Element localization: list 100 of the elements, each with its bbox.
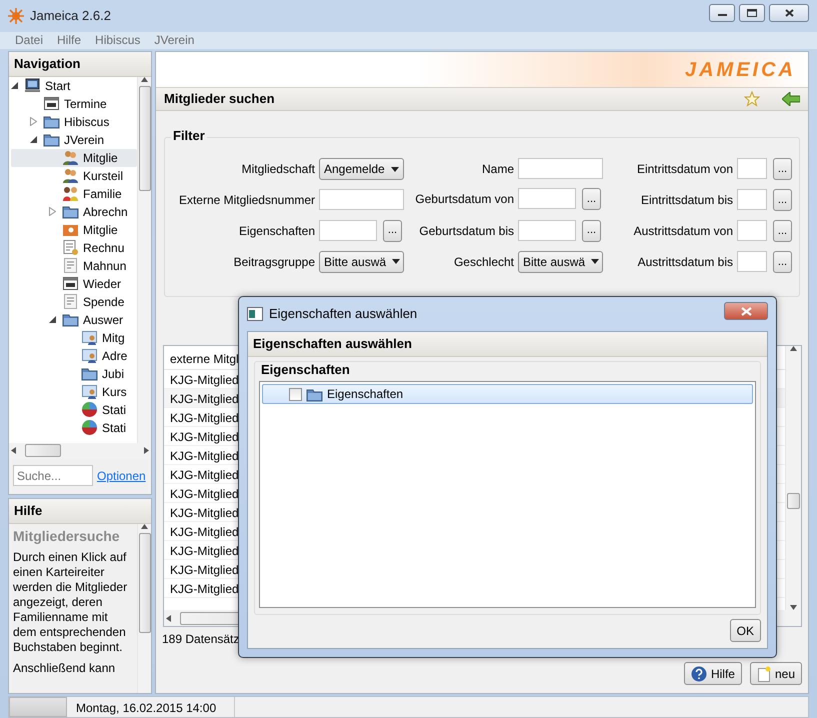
tree-item[interactable]: Abrechn <box>11 202 137 220</box>
tree-item[interactable]: Rechnu <box>11 238 137 256</box>
expanded-triangle-icon[interactable] <box>11 82 18 89</box>
scrollbar-thumb[interactable] <box>787 493 800 509</box>
help-heading: Mitgliedersuche <box>13 526 121 546</box>
tree-item[interactable]: Start <box>11 76 137 94</box>
tree-item[interactable]: Kursteil <box>11 166 137 184</box>
menu-item[interactable]: Hilfe <box>50 32 88 49</box>
menu-item[interactable]: Hibiscus <box>88 32 148 49</box>
back-arrow-icon <box>782 92 800 106</box>
table-cell: KJG-Mitglied <box>170 563 239 577</box>
date-picker-button[interactable]: ... <box>773 220 792 242</box>
date-picker-button[interactable]: ... <box>773 251 792 273</box>
field-label: Mitgliedschaft <box>242 161 315 178</box>
input-field[interactable] <box>319 189 404 210</box>
tree-item[interactable]: Adre <box>11 346 137 364</box>
scroll-right-icon <box>141 447 151 454</box>
table-cell: KJG-Mitglied <box>170 582 239 596</box>
tree-item[interactable]: JVerein <box>11 130 137 148</box>
tree-item[interactable]: Hibiscus <box>11 112 137 130</box>
new-button[interactable]: neu <box>750 662 802 685</box>
table-cell: KJG-Mitglied <box>170 430 239 444</box>
table-cell: KJG-Mitglied <box>170 506 239 520</box>
table-cell: KJG-Mitglied <box>170 411 239 425</box>
scrollbar-thumb[interactable] <box>138 532 150 632</box>
tree-item[interactable]: Jubi <box>11 364 137 382</box>
tree-item[interactable]: Eigenschaften <box>262 384 753 404</box>
scrollbar-thumb[interactable] <box>25 444 61 457</box>
dropdown[interactable]: Bitte auswä <box>319 250 404 273</box>
tree-item[interactable]: Stati <box>11 400 137 418</box>
dropdown-caret-icon <box>391 166 399 172</box>
group-title: Eigenschaften <box>261 360 351 379</box>
help-button[interactable]: Hilfe <box>684 662 742 685</box>
collapsed-triangle-icon[interactable] <box>49 207 56 216</box>
tree-item[interactable]: Termine <box>11 94 137 112</box>
tree-item[interactable]: Wieder <box>11 274 137 292</box>
input-field[interactable] <box>518 220 576 241</box>
input-field[interactable] <box>319 220 377 241</box>
scroll-left-icon <box>9 447 19 454</box>
page-title: Mitglieder suchen <box>164 90 276 108</box>
dropdown[interactable]: Angemelde <box>319 158 404 180</box>
field-label: Eintrittsdatum von <box>636 161 733 178</box>
maximize-button[interactable] <box>739 4 765 22</box>
date-picker-button[interactable]: ... <box>773 158 792 180</box>
dialog-header: Eigenschaften auswählen <box>248 332 767 356</box>
date-field[interactable] <box>737 158 767 179</box>
tree-item[interactable]: Spende <box>11 292 137 310</box>
record-count: 189 Datensätz <box>162 631 240 648</box>
options-link[interactable]: Optionen <box>97 466 146 484</box>
search-field[interactable]: Suche... <box>13 465 93 486</box>
status-text: Montag, 16.02.2015 14:00 <box>70 697 235 717</box>
tree-item[interactable]: Kurs <box>11 382 137 400</box>
window-icon <box>247 307 263 321</box>
help-icon <box>690 666 707 682</box>
tree-item[interactable]: Mahnun <box>11 256 137 274</box>
picker-button[interactable]: ... <box>383 220 402 242</box>
date-field[interactable] <box>737 251 767 272</box>
column-header[interactable]: externe Mitgl <box>170 352 239 366</box>
tree-item[interactable]: Stati <box>11 418 137 436</box>
report-icon <box>81 383 98 400</box>
expanded-triangle-icon[interactable] <box>49 316 56 323</box>
close-icon <box>784 9 794 17</box>
date-field[interactable] <box>737 189 767 210</box>
scroll-up-icon <box>790 346 797 351</box>
field-label: Eintrittsdatum bis <box>640 192 733 209</box>
field-label: Name <box>482 160 514 178</box>
people-icon <box>62 167 79 184</box>
tree-item[interactable]: Mitglie <box>11 148 137 166</box>
help-text: Durch einen Klick auf einen Karteireiter werden die Mitglieder angezeigt, deren Familienname mit dem entsprechenden Buchstaben beginnt. <box>13 550 128 654</box>
checkbox[interactable] <box>289 388 302 400</box>
picker-button[interactable]: ... <box>582 188 601 210</box>
field-label: Eigenschaften <box>238 222 315 240</box>
tree-item[interactable]: Familie <box>11 184 137 202</box>
menu-item[interactable]: JVerein <box>147 32 202 49</box>
help-text: Anschließend kann <box>13 660 116 676</box>
family-icon <box>62 185 79 202</box>
expanded-triangle-icon[interactable] <box>30 136 37 143</box>
date-field[interactable] <box>737 220 767 241</box>
close-button[interactable] <box>769 4 809 22</box>
picker-button[interactable]: ... <box>582 220 601 242</box>
table-cell: KJG-Mitglied <box>170 449 239 463</box>
menu-item[interactable]: Datei <box>8 32 50 49</box>
collapsed-triangle-icon[interactable] <box>30 117 37 126</box>
scrollbar-thumb[interactable] <box>138 86 150 190</box>
input-field[interactable] <box>518 158 603 180</box>
table-cell: KJG-Mitglied <box>170 392 239 406</box>
tree-item[interactable]: Mitglie <box>11 220 137 238</box>
input-field[interactable] <box>518 188 576 210</box>
tree-item[interactable]: Mitg <box>11 328 137 346</box>
date-picker-button[interactable]: ... <box>773 189 792 211</box>
report-icon <box>81 329 98 346</box>
tree-item[interactable]: Auswer <box>11 310 137 328</box>
ok-button[interactable]: OK <box>730 619 761 642</box>
panel-header: Navigation <box>9 52 151 76</box>
minimize-button[interactable] <box>709 4 735 22</box>
window-title: Jameica 2.6.2 <box>30 7 111 26</box>
table-cell: KJG-Mitglied <box>170 373 239 387</box>
invoice-icon <box>62 239 79 256</box>
dropdown[interactable]: Bitte auswä <box>518 250 603 273</box>
report-icon <box>81 347 98 364</box>
